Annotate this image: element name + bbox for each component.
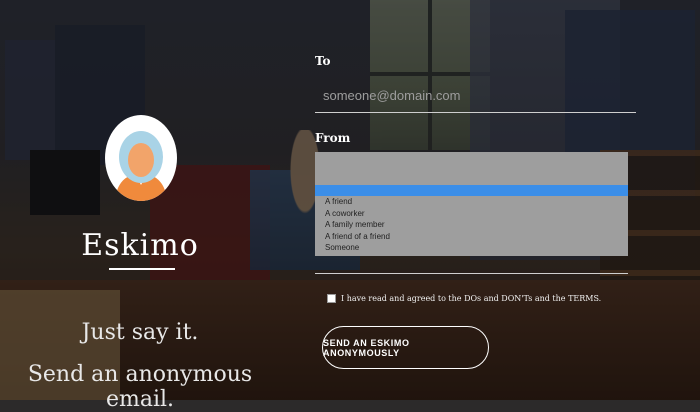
from-option-empty[interactable] <box>315 152 628 185</box>
tagline-line-2: Send an anonymous email. <box>27 362 253 412</box>
terms-agreement[interactable]: I have read and agreed to the DOs and DO… <box>327 294 601 303</box>
to-label: To <box>315 54 331 68</box>
brand-name: Eskimo <box>81 228 199 263</box>
from-divider <box>315 273 628 274</box>
terms-label: I have read and agreed to the DOs and DO… <box>341 294 602 303</box>
from-option-someone[interactable]: Someone <box>315 242 628 254</box>
tagline-line-1: Just say it. <box>81 320 199 345</box>
terms-checkbox[interactable] <box>327 294 336 303</box>
send-anonymous-button[interactable]: SEND AN ESKIMO ANONYMOUSLY <box>322 326 489 369</box>
from-label: From <box>315 131 351 145</box>
from-select-list[interactable]: A friend A coworker A family member A fr… <box>315 152 628 256</box>
from-option-selected[interactable] <box>315 185 628 196</box>
brand-underline <box>109 268 175 270</box>
from-option-friend[interactable]: A friend <box>315 196 628 208</box>
from-option-friend-of-friend[interactable]: A friend of a friend <box>315 231 628 243</box>
eskimo-avatar-icon <box>105 115 177 201</box>
to-email-input[interactable] <box>315 84 636 113</box>
from-option-family-member[interactable]: A family member <box>315 219 628 231</box>
from-option-coworker[interactable]: A coworker <box>315 208 628 220</box>
